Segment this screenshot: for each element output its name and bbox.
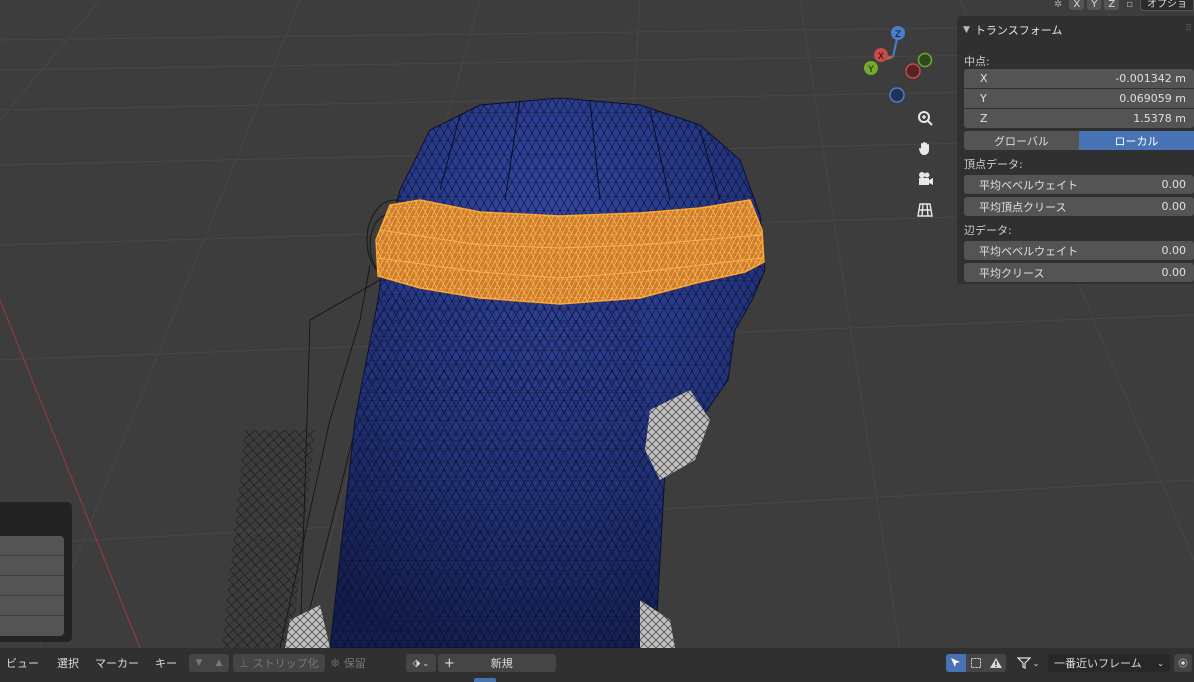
new-action-button[interactable]: + 新規 <box>437 654 556 672</box>
median-x-value: -0.001342 m <box>1115 72 1186 85</box>
keyframe-nav[interactable]: ▼ ▲ <box>189 654 229 672</box>
edge-bevel-label: 平均ベベルウェイト <box>979 244 1078 258</box>
camera-icon[interactable] <box>912 166 938 192</box>
edge-crease-field[interactable]: 平均クリース 0.00 <box>964 263 1194 282</box>
chevron-down-icon: ⌄ <box>422 658 430 668</box>
filter-icon <box>1016 657 1031 669</box>
vertex-data-label: 頂点データ: <box>964 158 1023 171</box>
median-y-axis: Y <box>980 92 987 105</box>
chevron-down-icon: ⌄ <box>1032 658 1040 668</box>
current-frame-indicator[interactable] <box>474 678 496 682</box>
navigation-gizmo[interactable]: Z X Y <box>855 22 935 104</box>
global-button[interactable]: グローバル <box>964 131 1079 150</box>
keep-label: 保留 <box>343 657 366 670</box>
drag-grip-icon[interactable]: ⠿ <box>1185 24 1192 34</box>
median-y-field[interactable]: Y 0.069059 m <box>964 89 1194 108</box>
mirror-x-button[interactable]: X <box>1069 0 1085 10</box>
mirror-z-button[interactable]: Z <box>1104 0 1120 10</box>
vertex-bevel-value: 0.00 <box>1161 178 1187 191</box>
chevron-down-icon: ▼ <box>963 25 970 35</box>
gizmo-y-label: Y <box>867 65 874 75</box>
gizmo-x-label: X <box>878 52 884 62</box>
vertex-crease-label: 平均頂点クリース <box>979 200 1067 214</box>
local-button[interactable]: ローカル <box>1079 131 1194 150</box>
proportional-edit-icon[interactable] <box>1174 654 1192 672</box>
menu-view[interactable]: ビュー <box>0 655 45 671</box>
mirror-y-button[interactable]: Y <box>1087 0 1102 10</box>
transform-panel: ▼ トランスフォーム ⠿ 中点: X -0.001342 m Y 0.06905… <box>957 16 1194 284</box>
header-fragment: ✲ X Y Z ▫ オプショ <box>1054 0 1194 12</box>
plus-icon: + <box>443 655 455 671</box>
gizmo-z-label: Z <box>895 30 901 40</box>
space-toggle: グローバル ローカル <box>964 131 1194 150</box>
3d-viewport[interactable]: ✲ X Y Z ▫ オプショ Z X Y ▼ トランスフォーム ⠿ 中点: X … <box>0 0 1194 648</box>
triangle-down-icon[interactable]: ▼ <box>196 658 203 668</box>
pan-hand-icon[interactable] <box>912 135 938 161</box>
median-z-field[interactable]: Z 1.5378 m <box>964 109 1194 128</box>
transform-title: トランスフォーム <box>974 24 1063 37</box>
edge-crease-label: 平均クリース <box>979 266 1045 280</box>
cursor-select-icon[interactable] <box>946 654 966 672</box>
median-z-axis: Z <box>980 112 988 125</box>
perspective-grid-icon[interactable] <box>912 197 938 223</box>
operator-fields[interactable] <box>0 536 64 636</box>
operator-field-row[interactable] <box>0 556 64 576</box>
operator-field-row[interactable] <box>0 616 64 635</box>
warning-icon[interactable] <box>986 654 1006 672</box>
median-x-axis: X <box>980 72 988 85</box>
median-z-value: 1.5378 m <box>1133 112 1186 125</box>
action-type-dropdown[interactable]: ⬗ ⌄ <box>405 654 436 672</box>
edge-data-label: 辺データ: <box>964 224 1012 237</box>
filter-dropdown[interactable]: ⌄ <box>1012 654 1044 672</box>
vertex-bevel-weight-field[interactable]: 平均ベベルウェイト 0.00 <box>964 175 1194 194</box>
action-icon: ⬗ <box>412 657 421 669</box>
chevron-down-icon: ⌄ <box>1157 658 1164 668</box>
median-y-value: 0.069059 m <box>1119 92 1186 105</box>
triangle-up-icon[interactable]: ▲ <box>216 658 223 668</box>
edge-bevel-weight-field[interactable]: 平均ベベルウェイト 0.00 <box>964 241 1194 260</box>
operator-field-row[interactable] <box>0 596 64 616</box>
menu-key[interactable]: キー <box>149 655 183 671</box>
median-x-field[interactable]: X -0.001342 m <box>964 69 1194 88</box>
timeline-header: ビュー 選択 マーカー キー ▼ ▲ ⊥ ストリップ化 ❊ 保留 ⬗ ⌄ + 新規 <box>0 648 1194 682</box>
transform-panel-header[interactable]: ▼ トランスフォーム <box>963 22 1062 38</box>
overlay-gizmo-icon[interactable]: ✲ <box>1054 0 1062 10</box>
snap-dropdown[interactable]: 一番近いフレーム ⌄ <box>1048 654 1170 672</box>
edge-bevel-value: 0.00 <box>1161 244 1187 257</box>
box-select-icon[interactable] <box>966 654 986 672</box>
vertex-crease-field[interactable]: 平均頂点クリース 0.00 <box>964 197 1194 216</box>
lock-icon[interactable]: ▫ <box>1126 0 1133 10</box>
menu-select[interactable]: 選択 <box>51 655 85 671</box>
menu-marker[interactable]: マーカー <box>89 655 145 671</box>
options-button[interactable]: オプショ <box>1140 0 1194 11</box>
operator-panel <box>0 502 72 642</box>
vertex-bevel-label: 平均ベベルウェイト <box>979 178 1078 192</box>
operator-field-row[interactable] <box>0 536 64 556</box>
push-down-button[interactable]: ⊥ ストリップ化 <box>233 654 325 672</box>
zoom-icon[interactable] <box>912 105 938 131</box>
new-label: 新規 <box>490 657 513 670</box>
vertex-crease-value: 0.00 <box>1161 200 1187 213</box>
strip-label: ストリップ化 <box>252 657 319 670</box>
stash-icon: ❊ <box>330 656 340 670</box>
snap-label: 一番近いフレーム <box>1054 657 1142 670</box>
edge-crease-value: 0.00 <box>1161 266 1187 279</box>
stash-button[interactable]: ❊ 保留 <box>325 655 372 671</box>
strip-icon: ⊥ <box>239 656 249 670</box>
median-label: 中点: <box>964 55 990 68</box>
operator-field-row[interactable] <box>0 576 64 596</box>
